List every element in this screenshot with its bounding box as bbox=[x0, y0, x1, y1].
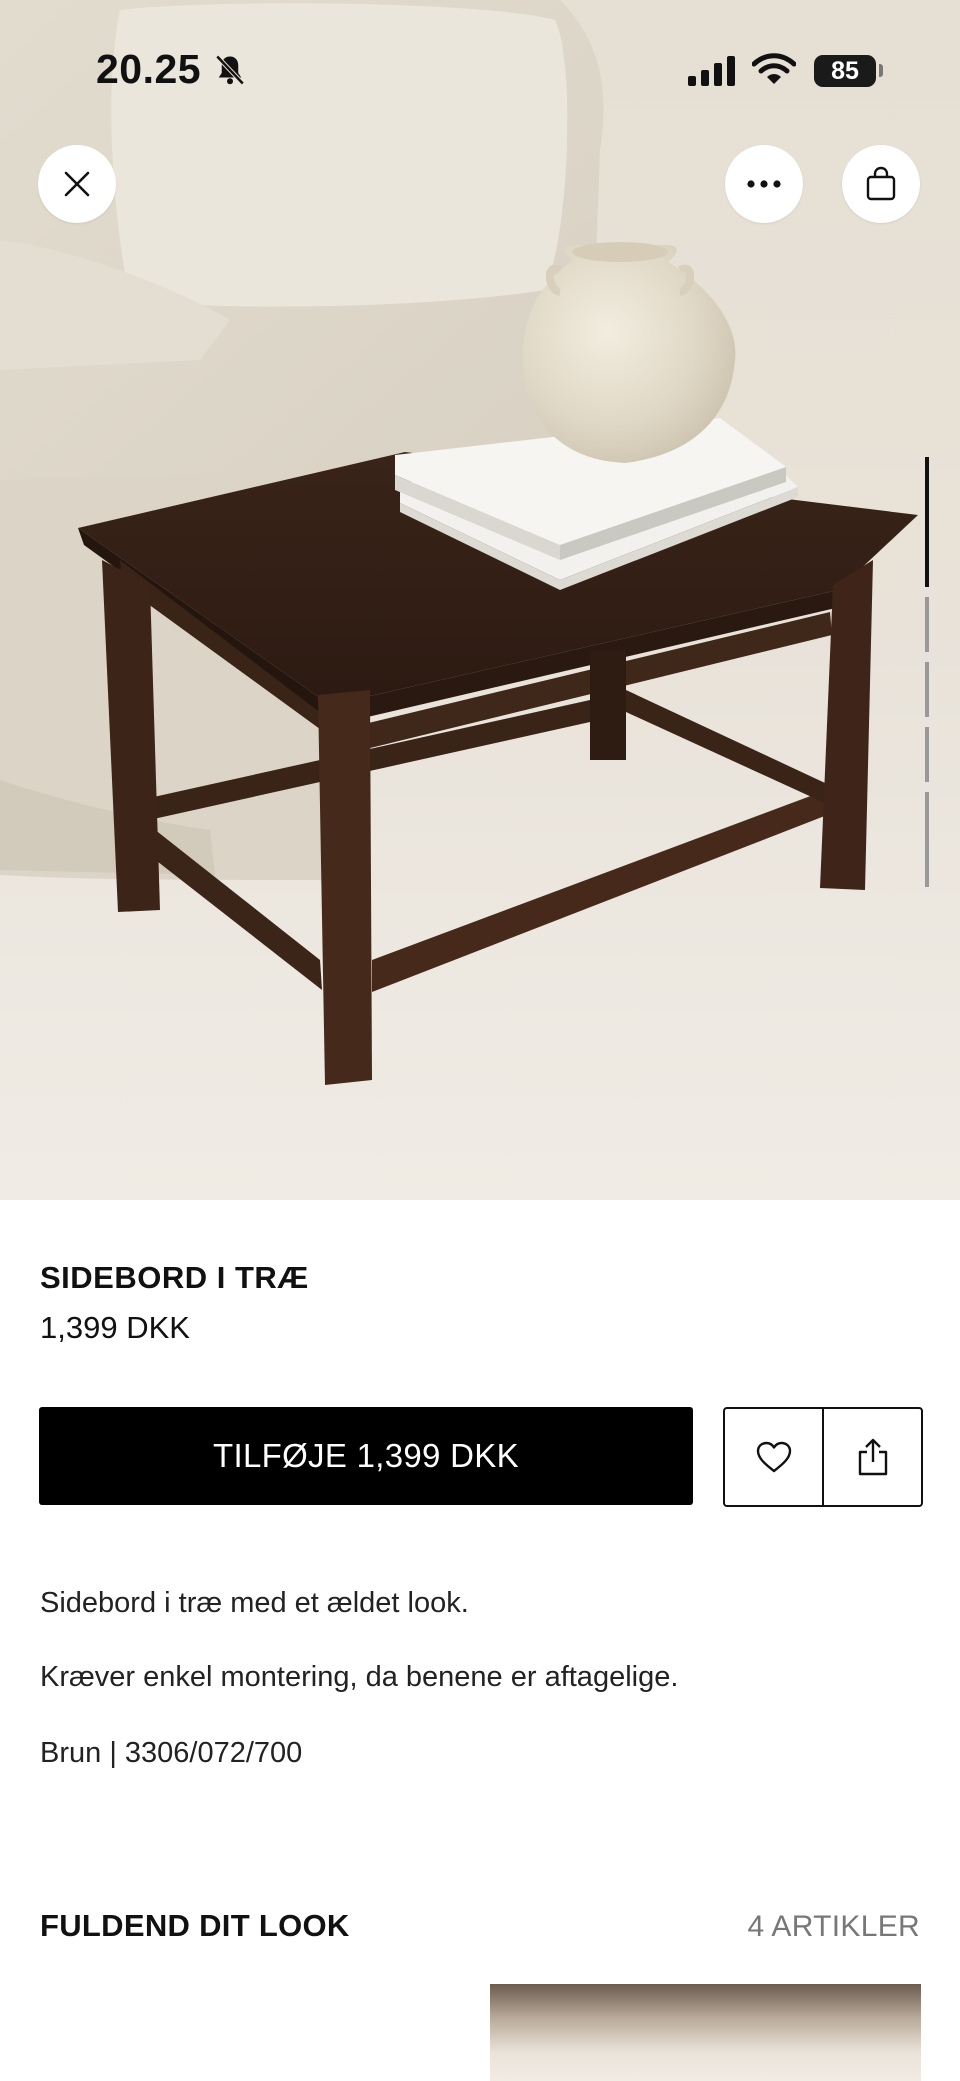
heart-icon bbox=[756, 1441, 791, 1473]
battery-tip bbox=[879, 64, 883, 77]
product-photo bbox=[0, 0, 960, 1200]
share-button[interactable] bbox=[822, 1409, 921, 1505]
bell-muted-icon bbox=[212, 52, 248, 93]
signal-icon bbox=[688, 56, 736, 91]
gallery-indicator bbox=[925, 662, 929, 717]
close-button[interactable] bbox=[38, 145, 116, 223]
product-price: 1,399 DKK bbox=[40, 1310, 190, 1345]
status-bar: 20.25 85 bbox=[0, 0, 960, 140]
product-color-reference: Brun | 3306/072/700 bbox=[40, 1737, 303, 1769]
more-options-button[interactable] bbox=[725, 145, 803, 223]
more-icon bbox=[747, 180, 781, 188]
complete-look-count[interactable]: 4 ARTIKLER bbox=[747, 1910, 920, 1944]
battery-level: 85 bbox=[814, 55, 876, 87]
gallery-indicator bbox=[925, 792, 929, 887]
complete-look-item-image[interactable] bbox=[490, 1984, 921, 2081]
gallery-indicator bbox=[925, 597, 929, 652]
status-time: 20.25 bbox=[96, 46, 202, 92]
bag-icon bbox=[866, 166, 896, 201]
wifi-icon bbox=[751, 52, 797, 91]
shopping-bag-button[interactable] bbox=[842, 145, 920, 223]
product-image[interactable] bbox=[0, 0, 960, 1200]
gallery-indicator-active bbox=[925, 457, 929, 587]
complete-look-title: FULDEND DIT LOOK bbox=[40, 1908, 350, 1943]
product-title: SIDEBORD I TRÆ bbox=[40, 1260, 309, 1295]
product-description-line: Sidebord i træ med et ældet look. bbox=[40, 1587, 469, 1619]
wishlist-button[interactable] bbox=[725, 1409, 822, 1505]
close-icon bbox=[64, 171, 90, 197]
add-to-cart-button[interactable]: TILFØJE 1,399 DKK bbox=[39, 1407, 693, 1505]
share-icon bbox=[858, 1438, 887, 1476]
product-actions bbox=[723, 1407, 923, 1507]
gallery-indicator bbox=[925, 727, 929, 782]
product-assembly-note: Kræver enkel montering, da benene er aft… bbox=[40, 1661, 679, 1693]
